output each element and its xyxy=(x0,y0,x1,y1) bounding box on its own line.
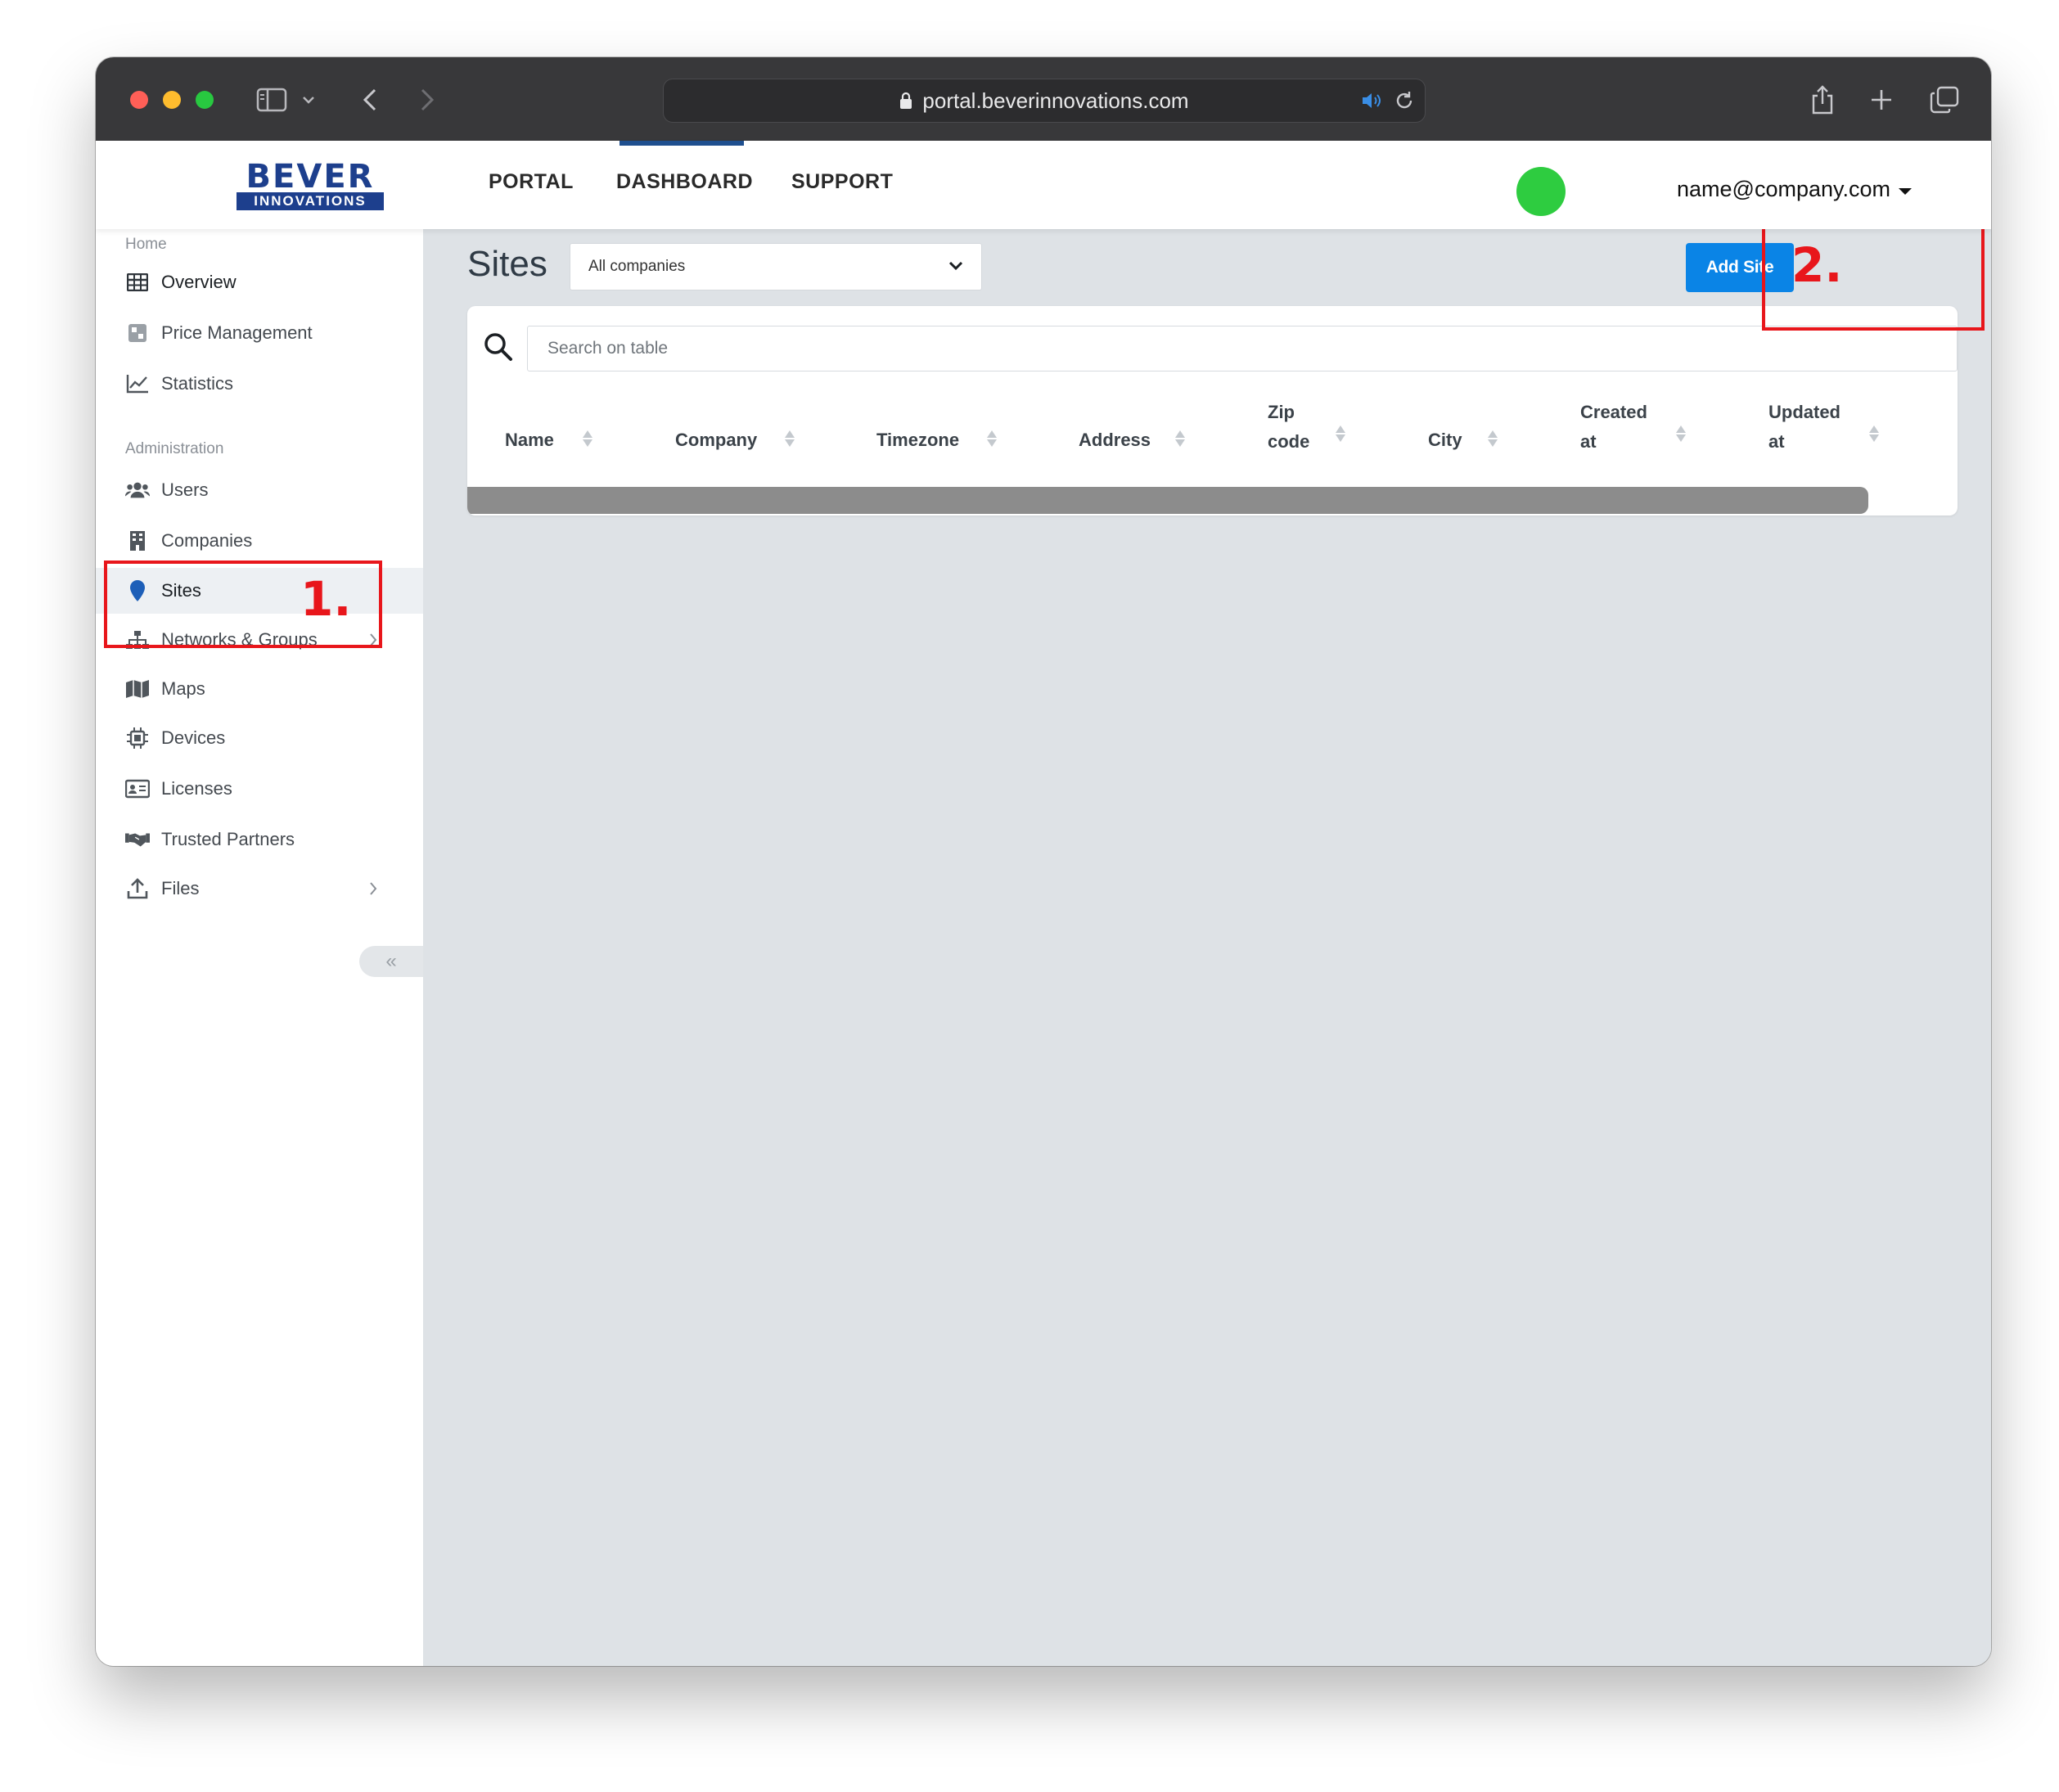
building-icon xyxy=(125,529,150,553)
sidebar-section-home: Home xyxy=(125,236,167,253)
table-search-input[interactable] xyxy=(527,326,1958,371)
browser-titlebar: portal.beverinnovations.com xyxy=(96,57,1991,141)
bever-logo[interactable]: BEVER INNOVATIONS xyxy=(237,158,384,210)
sort-icon[interactable] xyxy=(987,430,997,447)
logo-tagline: INNOVATIONS xyxy=(237,192,384,210)
annotation-step-2: 2. xyxy=(1791,237,1843,293)
sidebar-item-companies[interactable]: Companies xyxy=(96,518,423,564)
sidebar-item-label: Statistics xyxy=(161,373,234,394)
lock-icon xyxy=(899,92,912,110)
double-chevron-left-icon: « xyxy=(385,950,397,972)
sidebar-item-label: Trusted Partners xyxy=(161,829,295,849)
sidebar-item-users[interactable]: Users xyxy=(96,467,423,513)
price-icon xyxy=(125,321,150,345)
column-header-zip-code[interactable]: Zip code xyxy=(1268,398,1309,457)
sidebar-item-label: Companies xyxy=(161,530,253,551)
url-text: portal.beverinnovations.com xyxy=(922,88,1189,113)
logo-word: BEVER xyxy=(246,158,375,196)
forward-arrow-icon[interactable] xyxy=(415,82,439,118)
upload-icon xyxy=(125,876,150,901)
sidebar-item-label: Price Management xyxy=(161,322,313,343)
address-bar[interactable]: portal.beverinnovations.com xyxy=(663,79,1426,123)
sidebar-item-label: Maps xyxy=(161,678,205,699)
close-window-button[interactable] xyxy=(130,91,148,109)
sidebar-item-label: Devices xyxy=(161,727,226,748)
share-icon[interactable] xyxy=(1806,82,1839,118)
sort-icon[interactable] xyxy=(785,430,795,447)
sort-icon[interactable] xyxy=(1676,425,1686,442)
column-header-timezone[interactable]: Timezone xyxy=(876,425,959,455)
sort-icon[interactable] xyxy=(1175,430,1185,447)
sidebar-item-maps[interactable]: Maps xyxy=(96,666,423,712)
zoom-window-button[interactable] xyxy=(196,91,214,109)
sites-table: Name Company Timezone Address Zipcode Ci… xyxy=(467,306,1958,516)
sidebar: Home Overview Price Management Statistic… xyxy=(96,229,423,1666)
annotation-step-1: 1. xyxy=(300,571,352,627)
nav-support-link[interactable]: SUPPORT xyxy=(791,170,893,194)
page-title: Sites xyxy=(467,244,547,284)
active-tab-indicator xyxy=(620,141,744,146)
handshake-icon xyxy=(125,827,150,852)
sidebar-item-files[interactable]: Files xyxy=(96,866,423,912)
id-card-icon xyxy=(125,777,150,801)
speaker-icon[interactable] xyxy=(1361,91,1384,110)
map-icon xyxy=(125,677,150,701)
sidebar-item-label: Overview xyxy=(161,272,237,292)
sidebar-item-label: Licenses xyxy=(161,778,232,799)
top-navigation: BEVER INNOVATIONS PORTAL DASHBOARD SUPPO… xyxy=(96,141,1991,229)
sort-icon[interactable] xyxy=(583,430,592,447)
sidebar-section-administration: Administration xyxy=(125,440,224,457)
chip-icon xyxy=(125,726,150,750)
back-arrow-icon[interactable] xyxy=(358,82,382,118)
sidebar-toggle-icon[interactable] xyxy=(255,82,288,118)
sidebar-item-licenses[interactable]: Licenses xyxy=(96,766,423,812)
column-header-created-at[interactable]: Created at xyxy=(1580,398,1647,457)
users-icon xyxy=(125,478,150,502)
sort-icon[interactable] xyxy=(1488,430,1498,447)
sidebar-item-price-management[interactable]: Price Management xyxy=(96,310,423,356)
column-header-company[interactable]: Company xyxy=(675,425,757,455)
nav-dashboard-link[interactable]: DASHBOARD xyxy=(616,170,753,194)
search-icon xyxy=(482,331,515,363)
sidebar-item-overview[interactable]: Overview xyxy=(96,259,423,305)
collapse-sidebar-button[interactable]: « xyxy=(359,946,423,977)
user-email: name@company.com xyxy=(1677,177,1891,201)
chevron-right-icon xyxy=(369,881,377,896)
chevron-down-icon xyxy=(948,260,963,272)
tab-overview-icon[interactable] xyxy=(1927,82,1962,118)
line-chart-icon xyxy=(125,371,150,396)
column-header-updated-at[interactable]: Updated at xyxy=(1768,398,1840,457)
minimize-window-button[interactable] xyxy=(163,91,181,109)
sort-icon[interactable] xyxy=(1336,425,1345,442)
column-header-address[interactable]: Address xyxy=(1079,425,1151,455)
plus-icon[interactable] xyxy=(1865,82,1898,118)
caret-down-icon xyxy=(1899,187,1913,195)
sort-icon[interactable] xyxy=(1869,425,1879,442)
company-filter-value: All companies xyxy=(588,258,686,275)
chevron-down-icon[interactable] xyxy=(300,82,317,118)
column-header-city[interactable]: City xyxy=(1428,425,1462,455)
company-filter-select[interactable]: All companies xyxy=(570,243,982,290)
horizontal-scrollbar[interactable] xyxy=(467,487,1868,514)
main-content: Sites All companies Add Site Name Compan… xyxy=(423,229,1991,1666)
reload-icon[interactable] xyxy=(1394,90,1415,111)
sidebar-item-label: Users xyxy=(161,480,209,500)
nav-portal-link[interactable]: PORTAL xyxy=(489,170,574,194)
browser-window: portal.beverinnovations.com BEVER INNOVA… xyxy=(96,57,1991,1666)
user-menu[interactable]: name@company.com xyxy=(1677,177,1913,202)
sidebar-item-trusted-partners[interactable]: Trusted Partners xyxy=(96,817,423,862)
sidebar-item-label: Files xyxy=(161,878,200,898)
column-header-name[interactable]: Name xyxy=(505,425,554,455)
connection-status-indicator xyxy=(1516,167,1566,216)
sidebar-item-statistics[interactable]: Statistics xyxy=(96,361,423,407)
table-icon xyxy=(125,270,150,295)
sidebar-item-devices[interactable]: Devices xyxy=(96,715,423,761)
